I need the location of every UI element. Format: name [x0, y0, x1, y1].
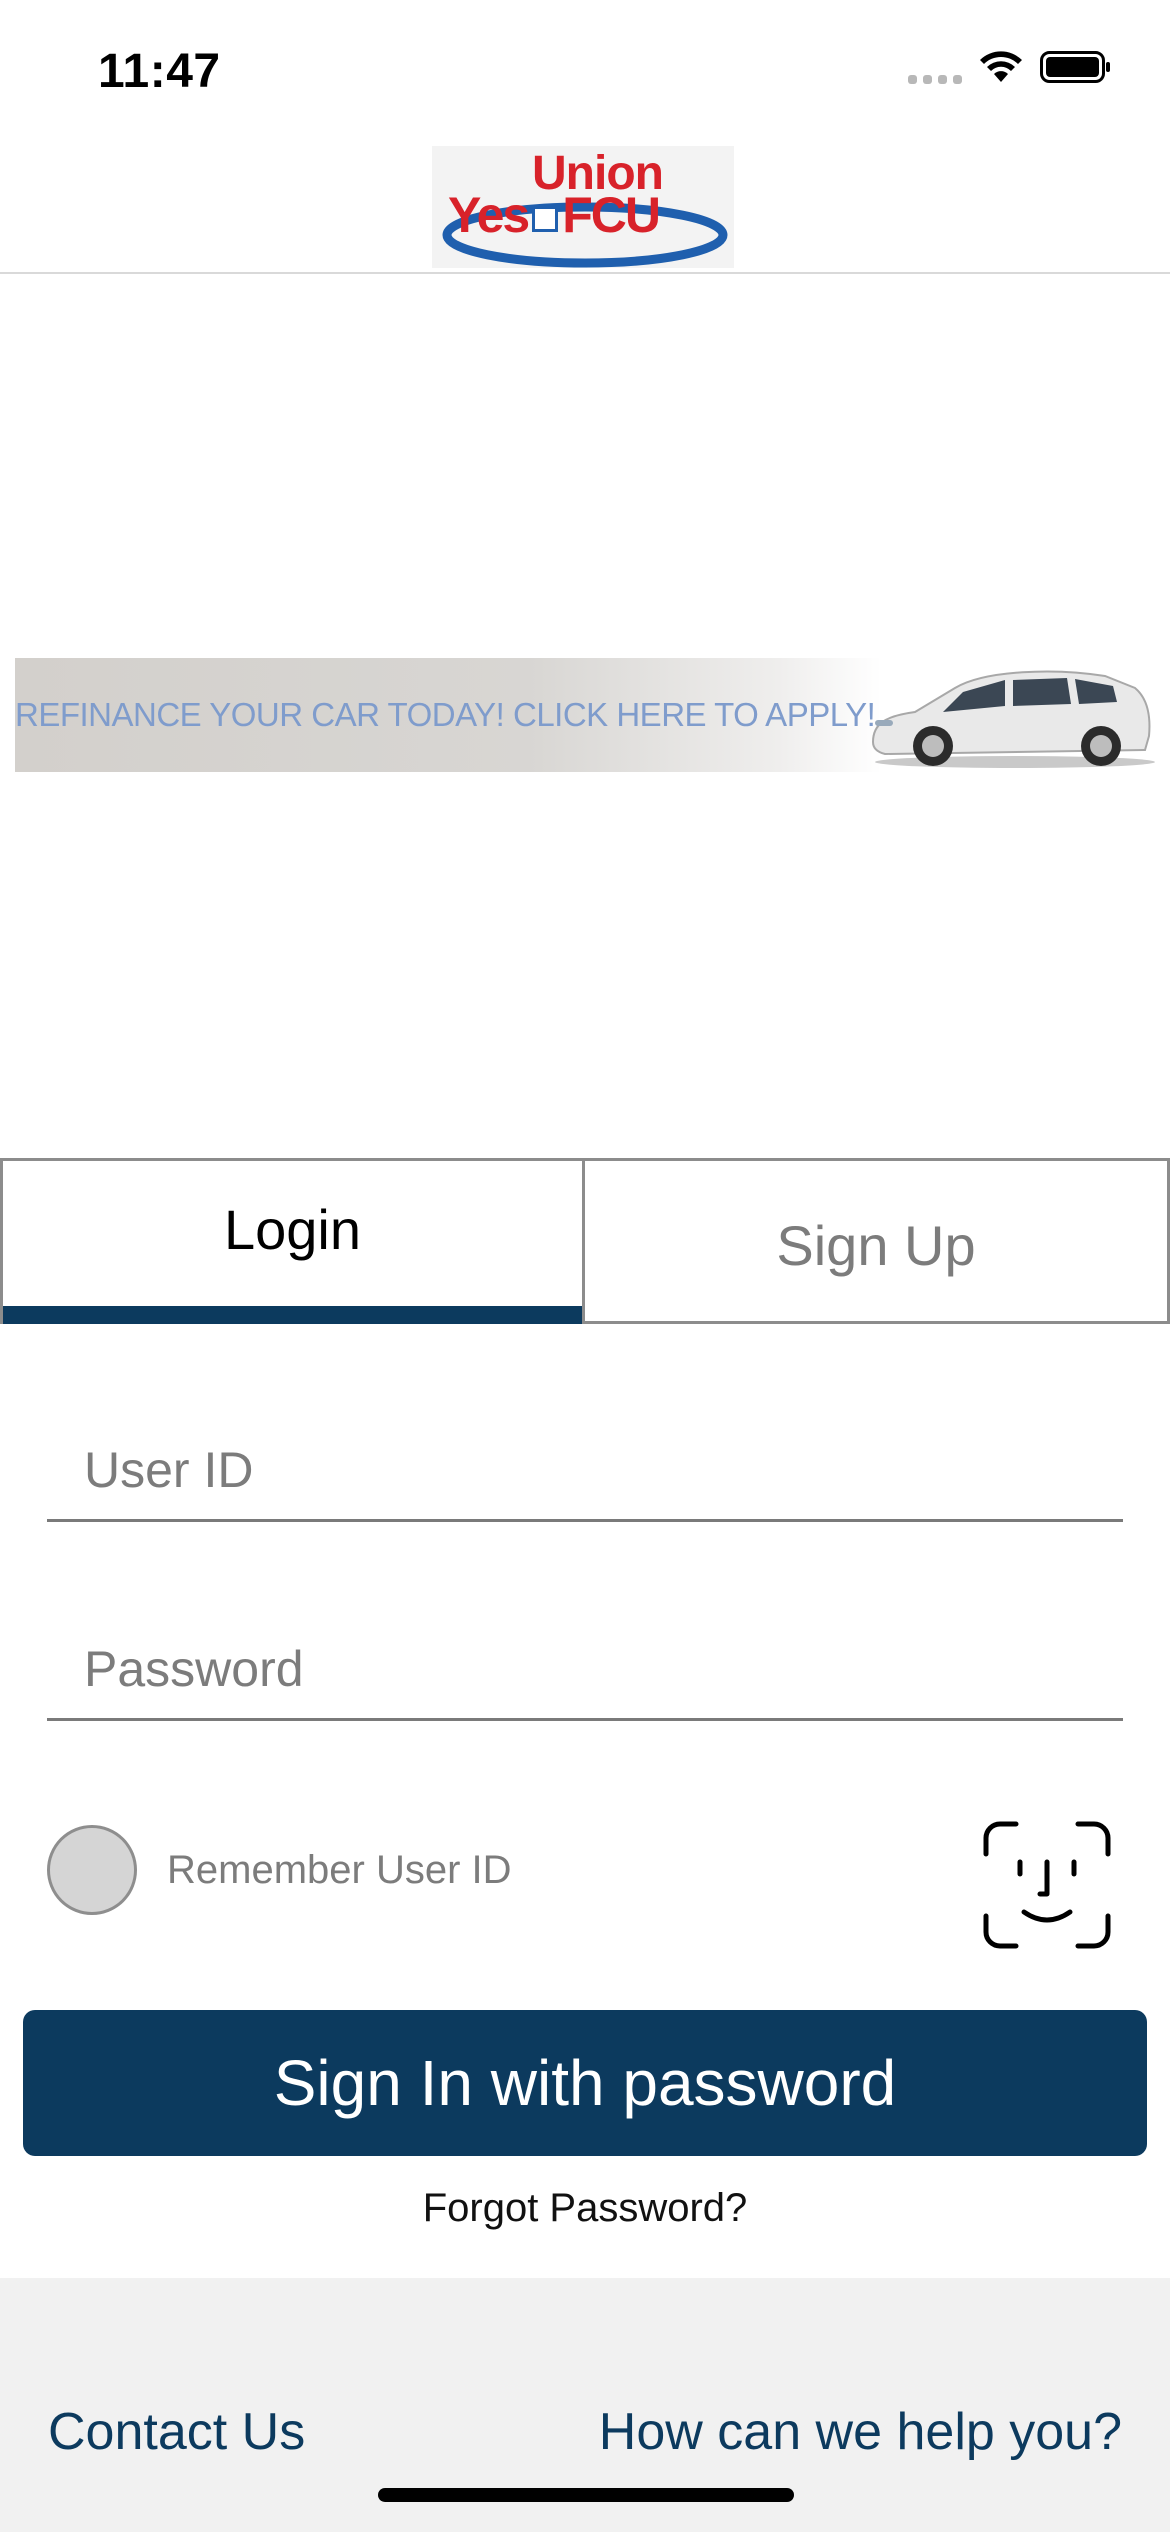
remember-user-id-label: Remember User ID — [167, 1847, 512, 1892]
checkbox-mark-icon — [532, 206, 559, 232]
tab-selected-indicator — [3, 1306, 582, 1324]
login-screen: 11:47 Union Yes FCU REFINANCE YOUR CAR T… — [0, 0, 1170, 2532]
face-id-icon[interactable] — [980, 1818, 1114, 1952]
tab-login[interactable]: Login — [0, 1158, 585, 1324]
sign-in-button[interactable]: Sign In with password — [23, 2010, 1147, 2156]
tab-sign-up-label: Sign Up — [776, 1213, 976, 1277]
cellular-signal-icon — [908, 50, 962, 84]
union-yes-fcu-logo: Union Yes FCU — [432, 146, 734, 268]
status-bar: 11:47 — [0, 0, 1170, 140]
logo-fcu-text: FCU — [562, 187, 661, 243]
app-header: Union Yes FCU — [0, 140, 1170, 274]
battery-icon — [1040, 50, 1112, 84]
refinance-banner[interactable]: REFINANCE YOUR CAR TODAY! CLICK HERE TO … — [15, 658, 1155, 772]
contact-us-link[interactable]: Contact Us — [48, 2402, 305, 2462]
home-indicator[interactable] — [378, 2488, 794, 2502]
wifi-icon — [978, 50, 1024, 84]
forgot-password-link[interactable]: Forgot Password? — [0, 2186, 1170, 2231]
tab-sign-up[interactable]: Sign Up — [585, 1158, 1170, 1324]
tab-login-label: Login — [223, 1197, 362, 1261]
car-image — [871, 670, 1155, 768]
auth-tabs: Login Sign Up — [0, 1158, 1170, 1324]
help-link[interactable]: How can we help you? — [599, 2402, 1122, 2462]
logo-line2: Yes FCU — [448, 186, 661, 244]
logo-yes-text: Yes — [448, 187, 530, 243]
password-input[interactable] — [47, 1613, 1123, 1721]
status-icons — [908, 50, 1112, 84]
status-time: 11:47 — [98, 45, 221, 98]
user-id-input[interactable] — [47, 1414, 1123, 1522]
remember-user-id-toggle[interactable]: Remember User ID — [47, 1825, 512, 1915]
banner-text: REFINANCE YOUR CAR TODAY! CLICK HERE TO … — [15, 696, 876, 733]
remember-radio-button[interactable] — [47, 1825, 137, 1915]
